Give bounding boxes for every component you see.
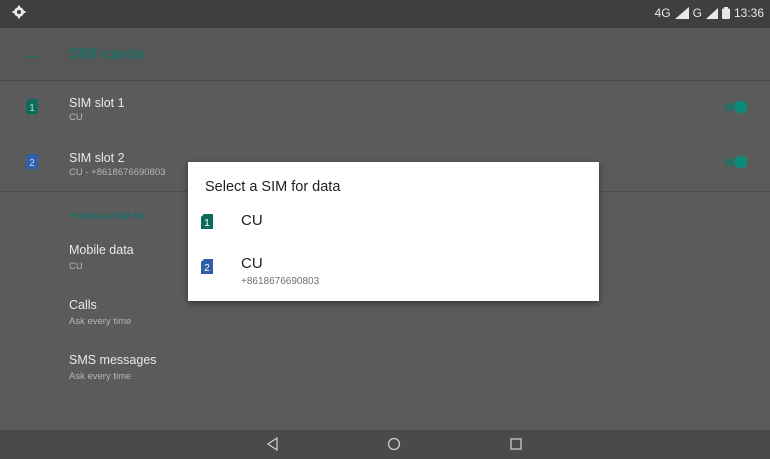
nav-back-icon[interactable]	[266, 437, 280, 451]
dialog-option-2-number: +8618676690803	[241, 276, 320, 287]
sim-card-1-icon: 1	[201, 214, 213, 229]
battery-icon	[721, 7, 730, 19]
arrow-back-icon[interactable]: ←	[22, 44, 42, 64]
clock: 13:36	[733, 6, 764, 20]
sim-slot-1-title: SIM slot 1	[69, 96, 125, 110]
app-bar: ← SIM cards	[0, 28, 770, 81]
svg-text:1: 1	[204, 218, 210, 229]
signal-icon	[674, 7, 689, 19]
sim-card-2-icon: 2	[26, 154, 38, 169]
dialog-option-2-name: CU	[241, 255, 263, 272]
calls-title: Calls	[69, 298, 97, 312]
signal-icon-2	[705, 7, 718, 19]
preferred-sim-header: Preferred SIM for	[69, 211, 147, 222]
nav-home-icon[interactable]	[387, 437, 401, 451]
nav-recents-icon[interactable]	[509, 437, 523, 451]
sim-slot-1-row[interactable]: 1 SIM slot 1 CU	[0, 81, 770, 136]
sim-card-1-icon: 1	[26, 99, 38, 114]
page-title: SIM cards	[69, 46, 145, 63]
svg-text:2: 2	[29, 158, 35, 169]
mobile-data-subtitle: CU	[69, 261, 83, 272]
sms-messages-title: SMS messages	[69, 353, 157, 367]
select-sim-dialog: Select a SIM for data 1 CU 2 CU +8618676…	[188, 162, 599, 301]
sim-slot-2-subtitle: CU - +8618676690803	[69, 167, 166, 178]
sms-messages-subtitle: Ask every time	[69, 371, 132, 382]
status-bar: 4G G 13:36	[0, 0, 770, 28]
sim2-network-label: G	[692, 6, 702, 20]
sim-slot-2-title: SIM slot 2	[69, 151, 125, 165]
sim-slot-1-toggle[interactable]	[722, 100, 748, 114]
dialog-option-sim-2[interactable]: 2 CU +8618676690803	[188, 248, 599, 294]
sim-card-2-icon: 2	[201, 259, 213, 274]
dialog-option-1-name: CU	[241, 212, 263, 229]
dialog-option-sim-1[interactable]: 1 CU	[188, 204, 599, 244]
sim-slot-2-toggle[interactable]	[722, 155, 748, 169]
dialog-title: Select a SIM for data	[205, 179, 341, 195]
mobile-data-title: Mobile data	[69, 243, 134, 257]
calls-subtitle: Ask every time	[69, 316, 132, 327]
svg-text:1: 1	[29, 103, 35, 114]
svg-text:2: 2	[204, 263, 210, 274]
sim-slot-1-subtitle: CU	[69, 112, 83, 123]
sms-messages-row[interactable]: SMS messages Ask every time	[0, 341, 770, 391]
navigation-bar	[0, 430, 770, 459]
network-type-label: 4G	[654, 6, 671, 20]
settings-gear-icon	[12, 5, 26, 19]
